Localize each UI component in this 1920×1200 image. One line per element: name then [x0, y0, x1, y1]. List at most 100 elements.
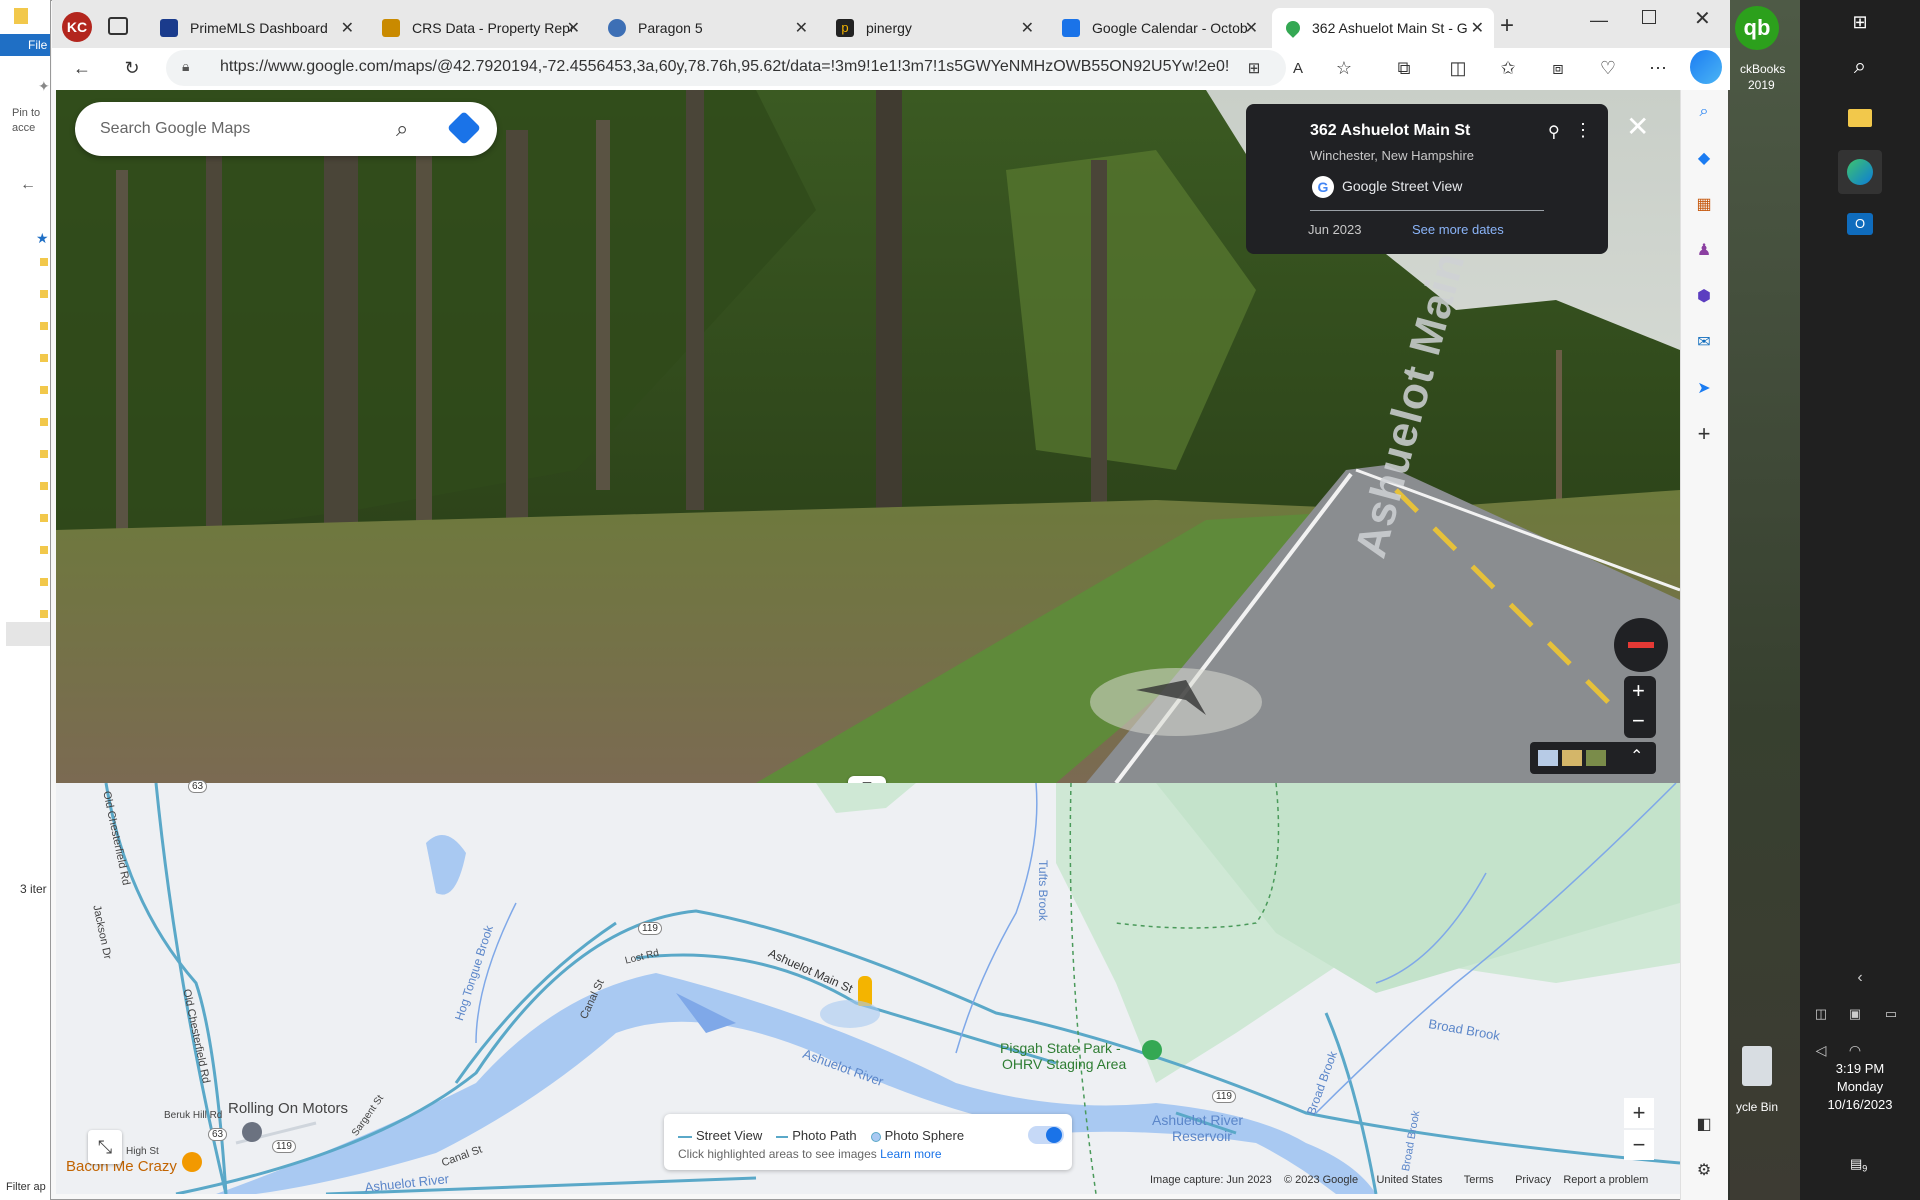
sidebar-send-icon[interactable]: ➤ — [1692, 376, 1716, 400]
sidebar-settings-gear-icon[interactable]: ⚙ — [1692, 1158, 1716, 1182]
split-screen-icon[interactable]: ◫ — [1444, 54, 1472, 82]
google-logo-icon: G — [1312, 176, 1334, 198]
performance-icon[interactable]: ♡ — [1594, 54, 1622, 82]
close-tab-icon[interactable]: ✕ — [341, 18, 354, 38]
refresh-icon[interactable]: ↻ — [118, 54, 146, 82]
minimize-button[interactable]: — — [1590, 10, 1608, 31]
restaurant-marker-icon[interactable] — [182, 1152, 202, 1172]
close-tab-icon[interactable]: ✕ — [795, 18, 808, 38]
see-more-dates-link[interactable]: See more dates — [1412, 222, 1504, 237]
notification-icon[interactable]: ▤9 — [1850, 1156, 1874, 1178]
recycle-bin-icon[interactable] — [1742, 1046, 1772, 1086]
clock-date: 10/16/2023 — [1827, 1097, 1893, 1112]
close-window-button[interactable]: ✕ — [1694, 6, 1711, 31]
tab-actions-icon[interactable] — [108, 17, 128, 35]
search-icon[interactable]: ⌕ — [396, 116, 408, 142]
primemls-favicon-icon — [160, 19, 178, 37]
read-aloud-icon[interactable]: A — [1284, 54, 1312, 82]
explorer-item-count: 3 iter — [20, 882, 47, 896]
edge-taskbar-icon[interactable] — [1838, 150, 1882, 194]
explorer-back-icon[interactable]: ← — [20, 176, 36, 194]
learn-more-link[interactable]: Learn more — [880, 1147, 941, 1161]
sidebar-office-icon[interactable]: ⬢ — [1692, 284, 1716, 308]
search-icon[interactable]: ⌕ — [1838, 44, 1882, 88]
collapse-map-icon[interactable]: ⤡ — [88, 1130, 122, 1164]
sidebar-shopping-icon[interactable]: ◆ — [1692, 146, 1716, 170]
expand-chevron-icon[interactable]: ⌃ — [1630, 746, 1643, 766]
notification-count: 9 — [1862, 1163, 1868, 1174]
tab-google-maps[interactable]: 362 Ashuelot Main St - G ✕ — [1272, 8, 1494, 48]
street-view-source[interactable]: Google Street View — [1342, 178, 1462, 194]
favorites-icon[interactable]: ✩ — [1494, 54, 1522, 82]
layers-panel[interactable]: ⌃ — [1530, 742, 1656, 774]
sidebar-games-icon[interactable]: ♟ — [1692, 238, 1716, 262]
photo-sphere-highlight[interactable] — [820, 1000, 880, 1028]
tab-title: 362 Ashuelot Main St - G — [1312, 20, 1468, 36]
tab-title: PrimeMLS Dashboard — [190, 20, 328, 36]
tab-crs-data[interactable]: CRS Data - Property Repc ✕ — [368, 8, 590, 48]
copilot-icon[interactable] — [1690, 50, 1722, 84]
park-marker-icon[interactable] — [1142, 1040, 1162, 1060]
route-63-shield-2: 63 — [208, 1128, 228, 1141]
sidebar-tools-icon[interactable]: ▦ — [1692, 192, 1716, 216]
sidebar-add-icon[interactable]: + — [1692, 421, 1716, 446]
sidebar-search-icon[interactable]: ⌕ — [1692, 100, 1716, 124]
legend-photo-sphere: Photo Sphere — [870, 1128, 964, 1143]
map-footer: Image capture: Jun 2023 © 2023 Google Un… — [1150, 1174, 1648, 1186]
close-tab-icon[interactable]: ✕ — [1471, 18, 1484, 38]
more-menu-icon[interactable]: ⋯ — [1644, 54, 1672, 82]
legend-hint: Click highlighted areas to see images Le… — [678, 1147, 942, 1161]
explorer-file-tab[interactable]: File — [0, 34, 56, 56]
footer-country[interactable]: United States — [1376, 1174, 1442, 1186]
map-label-reservoir-1: Ashuelot River — [1152, 1112, 1244, 1128]
tab-google-calendar[interactable]: Google Calendar - Octob ✕ — [1048, 8, 1268, 48]
maps-search-input[interactable]: Search Google Maps — [100, 120, 250, 138]
map-layer-icon[interactable] — [1538, 750, 1558, 766]
battery-icon[interactable]: ▭ — [1876, 992, 1906, 1036]
tab-paragon[interactable]: Paragon 5 ✕ — [594, 8, 818, 48]
close-tab-icon[interactable]: ✕ — [1021, 18, 1034, 38]
favorite-star-icon[interactable]: ☆ — [1330, 54, 1358, 82]
maximize-button[interactable] — [1642, 10, 1656, 24]
tab-primemls[interactable]: PrimeMLS Dashboard ✕ — [146, 8, 364, 48]
collections-icon[interactable]: ⧈ — [1544, 54, 1572, 82]
map-label-pisgah-1[interactable]: Pisgah State Park - — [1000, 1040, 1121, 1056]
footer-privacy-link[interactable]: Privacy — [1515, 1174, 1551, 1186]
clock-time: 3:19 PM — [1835, 1061, 1885, 1076]
url-text[interactable]: https://www.google.com/maps/@42.7920194,… — [220, 58, 1230, 76]
close-tab-icon[interactable]: ✕ — [1245, 18, 1258, 38]
folder-icon — [14, 8, 28, 24]
footer-terms-link[interactable]: Terms — [1464, 1174, 1494, 1186]
close-tab-icon[interactable]: ✕ — [567, 18, 580, 38]
clock[interactable]: 3:19 PM Monday 10/16/2023 — [1800, 1060, 1920, 1114]
map-label-rolling-on-motors[interactable]: Rolling On Motors — [228, 1100, 348, 1117]
new-tab-button[interactable]: + — [1500, 12, 1514, 40]
outlook-taskbar-icon[interactable]: O — [1838, 202, 1882, 246]
zoom-out-button[interactable]: − — [1632, 708, 1645, 734]
map-zoom-in-button[interactable]: + — [1624, 1098, 1654, 1128]
map-zoom-out-button[interactable]: − — [1624, 1130, 1654, 1160]
tab-pinergy[interactable]: p pinergy ✕ — [822, 8, 1044, 48]
file-explorer-icon[interactable] — [1838, 96, 1882, 140]
zoom-in-button[interactable]: + — [1632, 678, 1645, 704]
street-view-toggle[interactable] — [1028, 1126, 1064, 1144]
back-arrow-icon[interactable]: ← — [68, 54, 96, 82]
map-label-pisgah-2[interactable]: OHRV Staging Area — [1002, 1056, 1126, 1072]
map-label-reservoir-2: Reservoir — [1172, 1128, 1232, 1144]
extensions-icon[interactable]: ⧉ — [1390, 54, 1418, 82]
profile-avatar[interactable]: KC — [62, 12, 92, 42]
satellite-layer-icon[interactable] — [1586, 750, 1606, 766]
compass-icon[interactable] — [1614, 618, 1668, 672]
calendar-favicon-icon — [1062, 19, 1080, 37]
quickbooks-icon[interactable]: qb — [1735, 6, 1779, 50]
app-available-icon[interactable]: ⊞ — [1240, 54, 1268, 82]
pin-icon[interactable]: ⚲ — [1548, 122, 1560, 142]
more-options-icon[interactable]: ⋮ — [1574, 120, 1592, 141]
footer-report-link[interactable]: Report a problem — [1563, 1174, 1648, 1186]
terrain-layer-icon[interactable] — [1562, 750, 1582, 766]
sidebar-hide-icon[interactable]: ◧ — [1692, 1112, 1716, 1136]
sidebar-outlook-icon[interactable]: ✉ — [1692, 330, 1716, 354]
business-marker-icon[interactable] — [242, 1122, 262, 1142]
close-street-view-icon[interactable]: ✕ — [1626, 110, 1649, 143]
start-windows-icon[interactable]: ⊞ — [1838, 0, 1882, 44]
